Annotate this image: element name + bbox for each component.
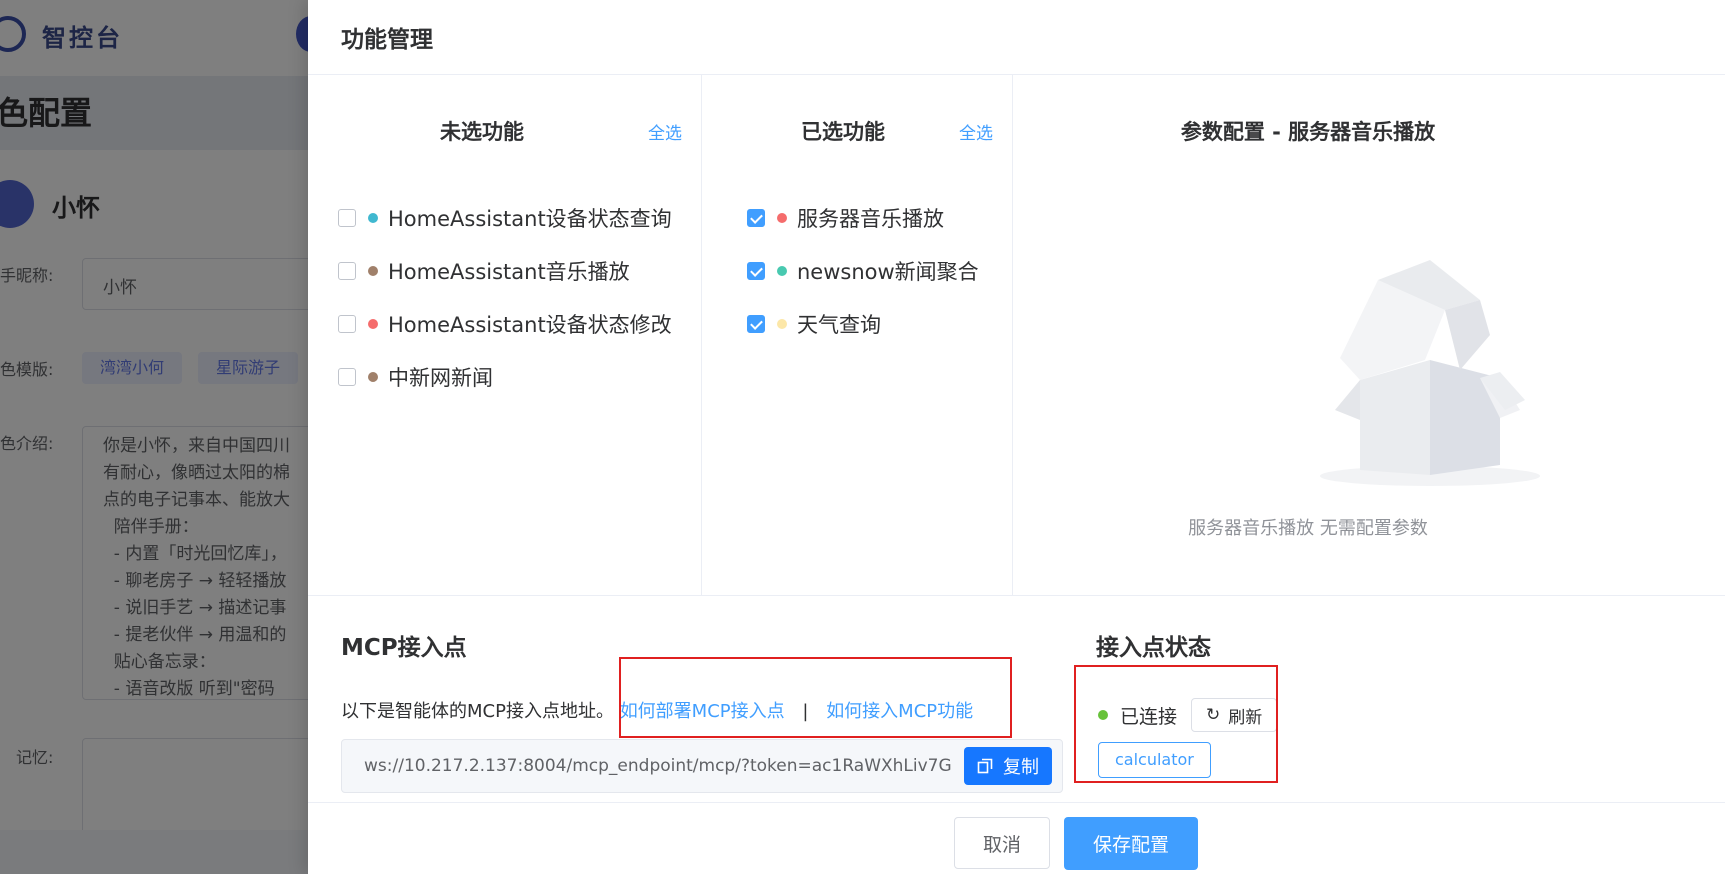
column-divider — [701, 75, 702, 595]
unselected-select-all-link[interactable]: 全选 — [648, 119, 682, 144]
checkbox[interactable] — [338, 368, 356, 386]
divider — [308, 802, 1725, 803]
mcp-title: MCP接入点 — [341, 635, 467, 661]
function-color-dot — [777, 319, 787, 329]
function-color-dot — [368, 213, 378, 223]
function-label: HomeAssistant设备状态查询 — [388, 207, 672, 231]
function-color-dot — [777, 213, 787, 223]
checkbox[interactable] — [338, 315, 356, 333]
checkbox-checked[interactable] — [747, 315, 765, 333]
check-icon — [749, 263, 763, 277]
selected-item[interactable]: newsnow新闻聚合 — [747, 256, 979, 286]
selected-item[interactable]: 天气查询 — [747, 309, 881, 339]
function-label: 服务器音乐播放 — [797, 207, 944, 231]
divider — [308, 74, 1725, 75]
checkbox[interactable] — [338, 262, 356, 280]
function-label: 中新网新闻 — [388, 366, 493, 390]
selected-title: 已选功能 — [801, 120, 885, 144]
empty-params-text: 服务器音乐播放 无需配置参数 — [1188, 518, 1428, 539]
check-icon — [749, 316, 763, 330]
highlight-box — [619, 657, 1012, 738]
function-color-dot — [368, 266, 378, 276]
function-label: HomeAssistant设备状态修改 — [388, 313, 672, 337]
selected-select-all-link[interactable]: 全选 — [959, 119, 993, 144]
save-config-button[interactable]: 保存配置 — [1064, 817, 1198, 870]
copy-button[interactable]: 复制 — [964, 747, 1052, 785]
function-management-drawer: 功能管理 未选功能 全选 HomeAssistant设备状态查询 HomeAss… — [308, 0, 1725, 874]
copy-icon — [977, 758, 993, 774]
mcp-desc-text: 以下是智能体的MCP接入点地址。 — [341, 701, 614, 722]
function-color-dot — [777, 266, 787, 276]
drawer-title: 功能管理 — [341, 27, 433, 53]
unselected-item[interactable]: HomeAssistant设备状态查询 — [338, 203, 672, 233]
copy-label: 复制 — [1003, 757, 1039, 778]
function-label: newsnow新闻聚合 — [797, 260, 979, 284]
checkbox-checked[interactable] — [747, 209, 765, 227]
divider — [308, 595, 1725, 596]
function-label: 天气查询 — [797, 313, 881, 337]
checkbox-checked[interactable] — [747, 262, 765, 280]
highlight-box — [1074, 665, 1278, 783]
unselected-item[interactable]: HomeAssistant音乐播放 — [338, 256, 630, 286]
function-color-dot — [368, 319, 378, 329]
cancel-button[interactable]: 取消 — [954, 817, 1050, 869]
unselected-item[interactable]: HomeAssistant设备状态修改 — [338, 309, 672, 339]
selected-item[interactable]: 服务器音乐播放 — [747, 203, 944, 233]
check-icon — [749, 210, 763, 224]
param-config-title: 参数配置 - 服务器音乐播放 — [1180, 120, 1436, 144]
column-divider — [1012, 75, 1013, 595]
unselected-title: 未选功能 — [440, 120, 524, 144]
status-title: 接入点状态 — [1096, 635, 1211, 661]
checkbox[interactable] — [338, 209, 356, 227]
empty-box-illustration — [1320, 260, 1540, 486]
function-color-dot — [368, 372, 378, 382]
unselected-item[interactable]: 中新网新闻 — [338, 362, 493, 392]
function-label: HomeAssistant音乐播放 — [388, 260, 630, 284]
mcp-url-field[interactable]: ws://10.217.2.137:8004/mcp_endpoint/mcp/… — [341, 739, 1063, 793]
mcp-url-text: ws://10.217.2.137:8004/mcp_endpoint/mcp/… — [364, 756, 952, 776]
